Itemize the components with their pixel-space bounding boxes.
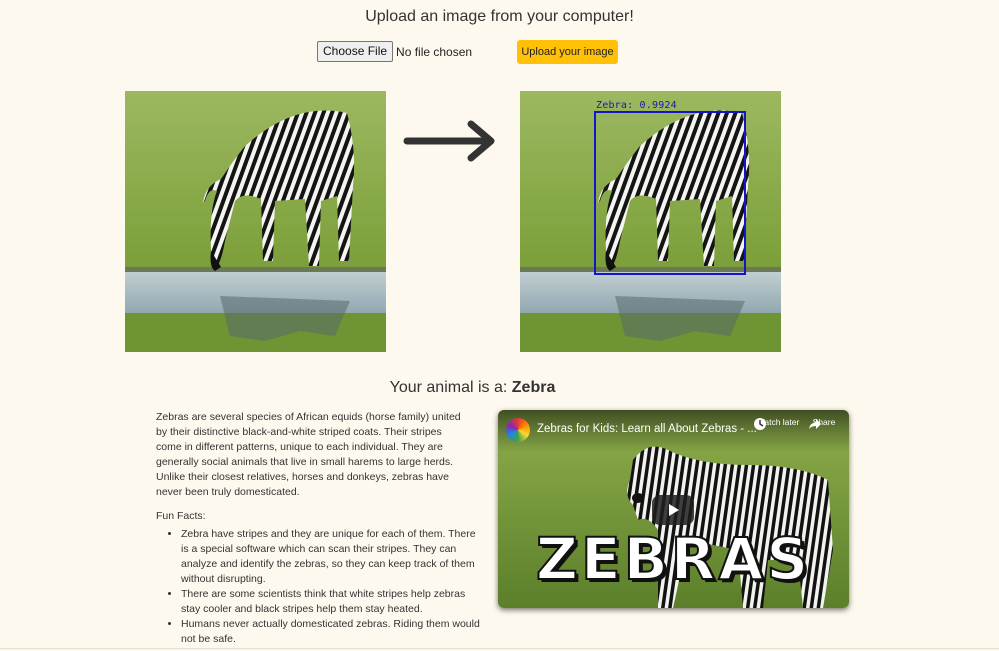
arrow-right-icon (403, 120, 499, 167)
play-icon (669, 504, 679, 516)
choose-file-button[interactable]: Choose File (317, 41, 394, 62)
file-status-text: No file chosen (396, 44, 473, 59)
list-item: There are some scientists think that whi… (181, 587, 481, 617)
watch-later-button[interactable]: Watch later (753, 417, 803, 430)
divider (0, 648, 999, 649)
input-image (125, 91, 386, 352)
detection-bounding-box (594, 111, 746, 275)
clock-icon (754, 418, 766, 430)
share-icon (809, 419, 821, 429)
result-animal: Zebra (511, 379, 556, 396)
video-title[interactable]: Zebras for Kids: Learn all About Zebras … (537, 423, 757, 435)
detection-label: Zebra: 0.9924 (596, 100, 677, 111)
output-image: Zebra: 0.9924 (520, 91, 781, 352)
description-text: Zebras are several species of African eq… (156, 411, 461, 498)
fun-facts-list: Zebra have stripes and they are unique f… (168, 527, 481, 647)
upload-image-button[interactable]: Upload your image (517, 40, 618, 64)
list-item: Humans never actually domesticated zebra… (181, 617, 481, 647)
list-item: Zebra have stripes and they are unique f… (181, 527, 481, 587)
page-title: Upload an image from your computer! (365, 8, 634, 25)
share-button[interactable]: Share (808, 417, 840, 429)
play-button[interactable] (652, 495, 694, 525)
result-heading: Your animal is a: Zebra (0, 379, 945, 397)
channel-avatar[interactable] (506, 418, 530, 442)
animal-description: Zebras are several species of African eq… (156, 410, 466, 500)
file-input[interactable]: Choose File No file chosen (317, 41, 472, 62)
result-prefix: Your animal is a: (389, 379, 508, 396)
thumbnail-title: ZEBRAS (535, 524, 812, 594)
fun-facts-title: Fun Facts: (156, 510, 206, 522)
youtube-video-embed[interactable]: Zebras for Kids: Learn all About Zebras … (498, 410, 849, 608)
